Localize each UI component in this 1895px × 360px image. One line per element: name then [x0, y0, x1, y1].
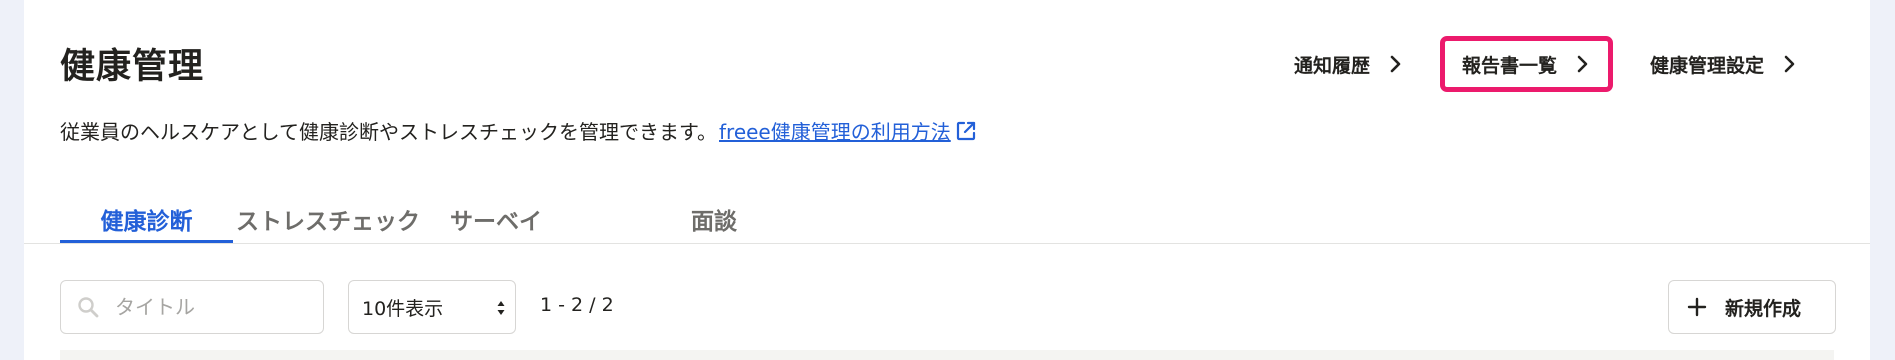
table-header-strip — [60, 350, 1834, 360]
per-page-select[interactable]: 10件表示 — [348, 280, 516, 334]
tab-health-checkup[interactable]: 健康診断 — [60, 196, 233, 244]
description-text: 従業員のヘルスケアとして健康診断やストレスチェックを管理できます。 — [60, 120, 717, 144]
search-box[interactable] — [60, 280, 324, 334]
main-panel: 健康管理 通知履歴 報告書一覧 健康管理設定 従業員のヘルスケアとして健康診断や… — [24, 0, 1870, 360]
tab-stress-check[interactable]: ストレスチェック — [233, 196, 423, 244]
search-icon — [78, 297, 99, 318]
per-page-value: 10件表示 — [362, 297, 444, 320]
notification-history-label: 通知履歴 — [1294, 54, 1371, 77]
report-list-label: 報告書一覧 — [1462, 54, 1558, 77]
tab-interview[interactable]: 面談 — [666, 196, 762, 244]
page-description: 従業員のヘルスケアとして健康診断やストレスチェックを管理できます。 freee健… — [60, 116, 977, 145]
create-new-button[interactable]: 新規作成 — [1668, 280, 1836, 334]
report-list-link[interactable]: 報告書一覧 — [1440, 36, 1614, 92]
health-settings-label: 健康管理設定 — [1650, 54, 1765, 77]
pagination-info: 1 - 2 / 2 — [540, 294, 614, 316]
search-input[interactable] — [115, 295, 315, 319]
health-settings-link[interactable]: 健康管理設定 — [1650, 36, 1796, 92]
notification-history-link[interactable]: 通知履歴 — [1294, 36, 1402, 92]
external-link-icon[interactable] — [955, 120, 977, 142]
tab-survey[interactable]: サーベイ — [423, 196, 569, 244]
page-title: 健康管理 — [60, 47, 205, 87]
tab-divider — [24, 243, 1870, 244]
plus-icon — [1687, 297, 1707, 317]
help-link[interactable]: freee健康管理の利用方法 — [719, 116, 951, 145]
chevron-right-icon — [1390, 55, 1401, 73]
chevron-right-icon — [1784, 55, 1795, 73]
select-arrows-icon — [497, 301, 505, 315]
chevron-right-icon — [1577, 55, 1588, 73]
create-new-label: 新規作成 — [1725, 297, 1802, 320]
